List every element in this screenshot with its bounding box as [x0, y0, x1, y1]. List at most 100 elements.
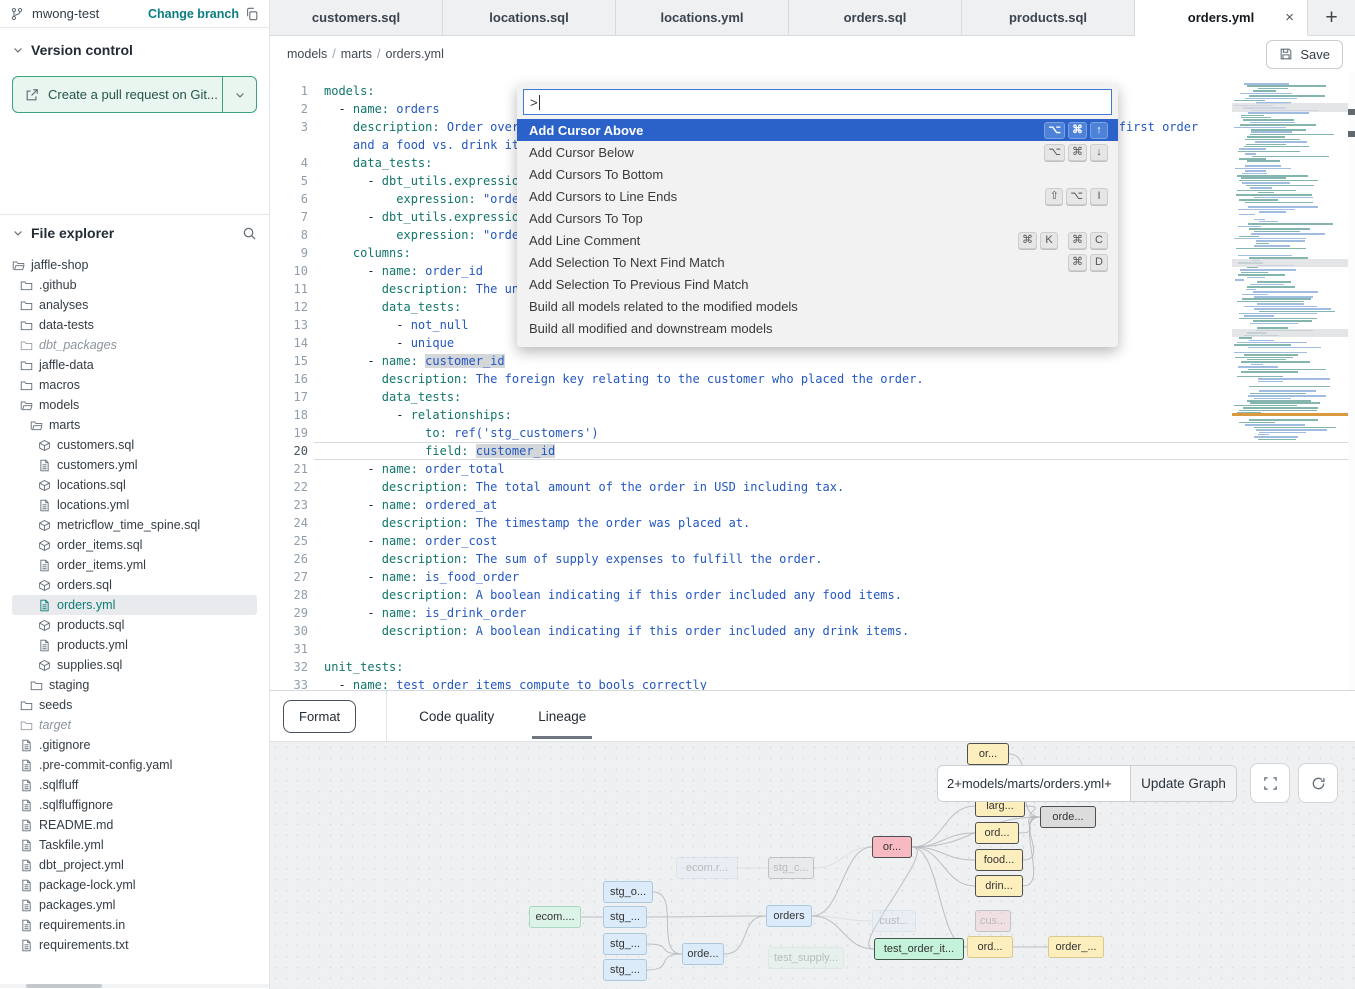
code-line-30[interactable]: 30 description: A boolean indicating if … [270, 622, 1232, 640]
file-tree-item-marts[interactable]: marts [12, 415, 257, 435]
code-line-15[interactable]: 15 - name: customer_id [270, 352, 1232, 370]
create-pr-button[interactable]: Create a pull request on Git... [12, 76, 257, 113]
file-tree-item-products-yml[interactable]: products.yml [12, 635, 257, 655]
lineage-canvas[interactable]: Update Graph or...larg...orde...ord...fo… [270, 741, 1355, 989]
new-tab-button[interactable]: + [1308, 0, 1355, 35]
file-tree-item-dbt-project-yml[interactable]: dbt_project.yml [12, 855, 257, 875]
palette-item-add-cursor-below[interactable]: Add Cursor Below⌥⌘↓ [517, 141, 1118, 163]
file-tree-item-locations-sql[interactable]: locations.sql [12, 475, 257, 495]
palette-item-add-selection-to-previous-find-match[interactable]: Add Selection To Previous Find Match [517, 273, 1118, 295]
file-tree-item-target[interactable]: target [12, 715, 257, 735]
tab-locations-sql[interactable]: locations.sql [443, 0, 616, 35]
code-line-31[interactable]: 31 [270, 640, 1232, 658]
file-tree-item-packages-yml[interactable]: packages.yml [12, 895, 257, 915]
palette-item-add-cursors-to-top[interactable]: Add Cursors To Top [517, 207, 1118, 229]
lineage-node-stg2[interactable]: stg_... [603, 933, 647, 955]
palette-item-add-cursors-to-line-ends[interactable]: Add Cursors to Line Ends⇧⌥I [517, 185, 1118, 207]
model-selector-input[interactable] [938, 766, 1130, 801]
palette-item-add-line-comment[interactable]: Add Line Comment⌘K⌘C [517, 229, 1118, 251]
create-pr-dropdown[interactable] [222, 77, 256, 112]
lineage-node-cust_f[interactable]: cust... [872, 910, 916, 932]
lineage-node-cus_f[interactable]: cus... [975, 910, 1011, 932]
editor-vertical-scrollbar[interactable] [1348, 72, 1355, 690]
breadcrumb-part[interactable]: models [287, 47, 327, 61]
file-tree-item-staging[interactable]: staging [12, 675, 257, 695]
refresh-button[interactable] [1298, 763, 1338, 803]
code-line-25[interactable]: 25 - name: order_cost [270, 532, 1232, 550]
code-line-18[interactable]: 18 - relationships: [270, 406, 1232, 424]
file-tree-item-customers-sql[interactable]: customers.sql [12, 435, 257, 455]
code-line-33[interactable]: 33 - name: test_order_items_compute_to_b… [270, 676, 1232, 690]
file-tree-item-taskfile-yml[interactable]: Taskfile.yml [12, 835, 257, 855]
lineage-node-orders[interactable]: orders [766, 905, 812, 927]
lineage-node-drin[interactable]: drin... [975, 875, 1023, 897]
breadcrumb-part[interactable]: marts [341, 47, 372, 61]
lineage-node-testorder[interactable]: test_order_it... [874, 938, 964, 960]
file-tree-item-seeds[interactable]: seeds [12, 695, 257, 715]
command-palette-input[interactable]: > [523, 89, 1112, 115]
fullscreen-button[interactable] [1250, 763, 1290, 803]
tab-orders-sql[interactable]: orders.sql [789, 0, 962, 35]
lineage-node-ord2[interactable]: ord... [967, 936, 1013, 958]
file-tree-item--pre-commit-config-yaml[interactable]: .pre-commit-config.yaml [12, 755, 257, 775]
lineage-node-or_pink[interactable]: or... [872, 836, 912, 858]
lineage-node-or_top[interactable]: or... [967, 743, 1009, 765]
lineage-node-ord1[interactable]: ord... [975, 822, 1019, 844]
file-tree-item--github[interactable]: .github [12, 275, 257, 295]
file-tree-item-customers-yml[interactable]: customers.yml [12, 455, 257, 475]
file-explorer-header[interactable]: File explorer [12, 225, 257, 241]
breadcrumb-part[interactable]: orders.yml [386, 47, 444, 61]
lineage-node-stg3[interactable]: stg_... [603, 959, 647, 981]
bottom-tab-code-quality[interactable]: Code quality [419, 691, 494, 741]
palette-item-build-all-modified-and-downstream-models[interactable]: Build all modified and downstream models [517, 317, 1118, 339]
code-line-26[interactable]: 26 description: The sum of supply expens… [270, 550, 1232, 568]
tab-orders-yml[interactable]: orders.yml× [1135, 0, 1308, 36]
update-graph-button[interactable]: Update Graph [1130, 766, 1236, 801]
code-line-23[interactable]: 23 - name: ordered_at [270, 496, 1232, 514]
tab-products-sql[interactable]: products.sql [962, 0, 1135, 35]
file-tree-item-data-tests[interactable]: data-tests [12, 315, 257, 335]
file-tree-item-macros[interactable]: macros [12, 375, 257, 395]
save-button[interactable]: Save [1266, 40, 1343, 69]
lineage-node-ecom[interactable]: ecom.... [529, 906, 581, 928]
file-tree-item-metricflow-time-spine-sql[interactable]: metricflow_time_spine.sql [12, 515, 257, 535]
file-tree-item-order-items-sql[interactable]: order_items.sql [12, 535, 257, 555]
file-tree-item-models[interactable]: models [12, 395, 257, 415]
version-control-header[interactable]: Version control [12, 42, 257, 58]
lineage-node-food[interactable]: food... [975, 849, 1023, 871]
palette-item-add-cursors-to-bottom[interactable]: Add Cursors To Bottom [517, 163, 1118, 185]
sidebar-horizontal-scrollbar[interactable] [0, 984, 269, 988]
file-tree-item-jaffle-data[interactable]: jaffle-data [12, 355, 257, 375]
file-tree-item-dbt-packages[interactable]: dbt_packages [12, 335, 257, 355]
file-tree-item-package-lock-yml[interactable]: package-lock.yml [12, 875, 257, 895]
file-tree-item--sqlfluff[interactable]: .sqlfluff [12, 775, 257, 795]
file-tree-item-locations-yml[interactable]: locations.yml [12, 495, 257, 515]
file-tree-item-jaffle-shop[interactable]: jaffle-shop [12, 255, 257, 275]
close-icon[interactable]: × [1285, 9, 1294, 26]
code-line-22[interactable]: 22 description: The total amount of the … [270, 478, 1232, 496]
code-line-28[interactable]: 28 description: A boolean indicating if … [270, 586, 1232, 604]
palette-item-add-selection-to-next-find-match[interactable]: Add Selection To Next Find Match⌘D [517, 251, 1118, 273]
lineage-node-stg_o[interactable]: stg_o... [603, 881, 653, 903]
file-tree-item-order-items-yml[interactable]: order_items.yml [12, 555, 257, 575]
copy-branch-icon[interactable] [245, 7, 259, 21]
tab-locations-yml[interactable]: locations.yml [616, 0, 789, 35]
code-line-27[interactable]: 27 - name: is_food_order [270, 568, 1232, 586]
code-line-24[interactable]: 24 description: The timestamp the order … [270, 514, 1232, 532]
tab-customers-sql[interactable]: customers.sql [270, 0, 443, 35]
file-tree-item-analyses[interactable]: analyses [12, 295, 257, 315]
lineage-node-stgc_f[interactable]: stg_c... [768, 857, 814, 879]
lineage-node-order3[interactable]: order_... [1048, 936, 1104, 958]
file-tree-item--sqlfluffignore[interactable]: .sqlfluffignore [12, 795, 257, 815]
code-line-32[interactable]: 32unit_tests: [270, 658, 1232, 676]
bottom-tab-lineage[interactable]: Lineage [538, 691, 586, 741]
code-line-20[interactable]: 20 field: customer_id [270, 442, 1232, 460]
format-button[interactable]: Format [283, 700, 356, 733]
code-line-17[interactable]: 17 data_tests: [270, 388, 1232, 406]
file-tree-item-requirements-in[interactable]: requirements.in [12, 915, 257, 935]
file-tree-item-requirements-txt[interactable]: requirements.txt [12, 935, 257, 955]
minimap[interactable] [1232, 83, 1348, 447]
file-tree-item-products-sql[interactable]: products.sql [12, 615, 257, 635]
lineage-node-orde_gray[interactable]: orde... [1040, 806, 1096, 828]
file-tree-item-supplies-sql[interactable]: supplies.sql [12, 655, 257, 675]
